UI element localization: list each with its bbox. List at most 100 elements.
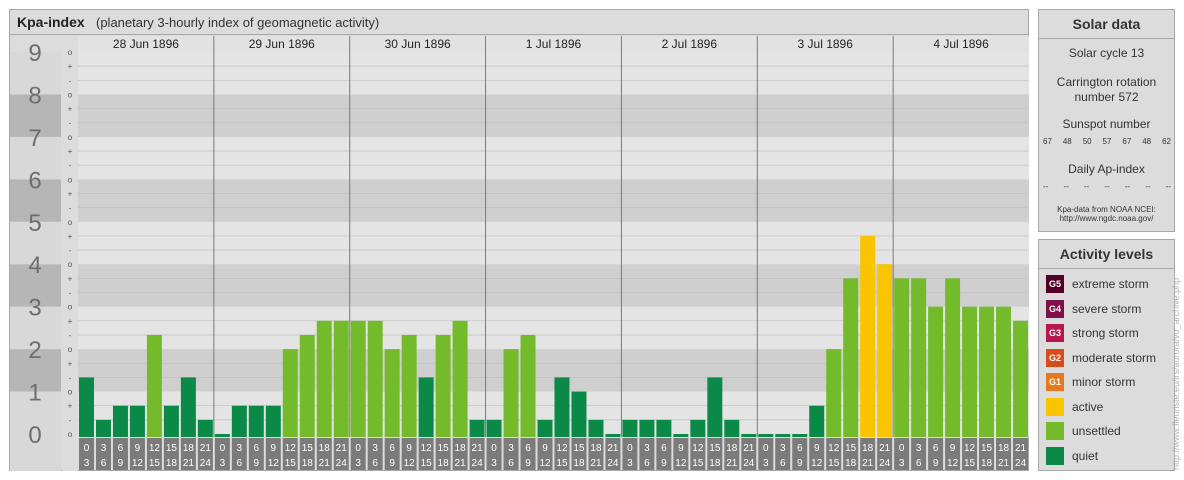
interval-end: 15 <box>964 458 976 469</box>
level-band <box>78 136 1029 180</box>
interval-start: 9 <box>271 443 277 454</box>
interval-start: 18 <box>862 443 874 454</box>
interval-end: 6 <box>101 458 107 469</box>
interval-end: 12 <box>947 458 959 469</box>
interval-start: 9 <box>406 443 412 454</box>
interval-end: 9 <box>525 458 531 469</box>
solar-data-panel: Solar data Solar cycle 13 Carrington rot… <box>1038 9 1175 232</box>
kp-bar <box>826 349 842 437</box>
sunspot-value: 48 <box>1062 137 1072 146</box>
kp-bar <box>1013 320 1028 437</box>
interval-end: 21 <box>455 458 467 469</box>
kp-bar <box>911 278 927 437</box>
kp-bar <box>962 306 978 437</box>
day-label: 28 Jun 1896 <box>113 37 179 51</box>
kp-bar <box>945 278 961 437</box>
kp-bar <box>129 405 145 437</box>
y-tick-label: 1 <box>28 380 41 407</box>
level-band <box>78 94 1029 137</box>
y-tick-label: 5 <box>28 210 41 237</box>
source-line-1: Kpa-data from NOAA NCEI: <box>1057 205 1156 214</box>
interval-end: 18 <box>166 458 178 469</box>
interval-start: 9 <box>542 443 548 454</box>
interval-start: 21 <box>1015 443 1027 454</box>
interval-start: 6 <box>254 443 260 454</box>
interval-start: 3 <box>372 443 378 454</box>
sub-mark: - <box>69 416 72 425</box>
interval-end: 18 <box>845 458 857 469</box>
sub-mark: - <box>69 161 72 170</box>
interval-start: 3 <box>237 443 243 454</box>
interval-end: 21 <box>590 458 602 469</box>
kp-bar <box>231 405 247 437</box>
interval-start: 12 <box>692 443 704 454</box>
interval-start: 3 <box>508 443 514 454</box>
kp-bar <box>588 419 604 437</box>
interval-start: 6 <box>389 443 395 454</box>
ap-values: -- -- -- -- -- -- -- <box>1043 182 1171 191</box>
interval-end: 6 <box>237 458 243 469</box>
interval-start: 15 <box>981 443 993 454</box>
kp-bar <box>520 334 536 437</box>
kpa-bar-chart: 0123456789o-+o-+o-+o-+o-+o-+o-+o-+o-+o28… <box>10 36 1029 471</box>
kp-bar <box>197 419 213 437</box>
interval-end: 3 <box>491 458 497 469</box>
interval-start: 12 <box>285 443 297 454</box>
sub-mark: o <box>68 430 73 439</box>
kp-bar <box>741 434 757 437</box>
kp-bar <box>248 405 264 437</box>
kp-bar <box>299 334 315 437</box>
activity-level-label: active <box>1072 399 1104 414</box>
activity-level-swatch: G2 <box>1046 348 1064 367</box>
activity-level-item: G5 extreme storm <box>1046 274 1149 294</box>
interval-end: 15 <box>556 458 568 469</box>
sub-mark: o <box>68 303 73 312</box>
ap-value: -- <box>1063 182 1069 191</box>
day-label: 29 Jun 1896 <box>249 37 315 51</box>
ap-title: Daily Ap-index <box>1068 162 1145 176</box>
kp-bar <box>282 349 298 437</box>
interval-end: 15 <box>692 458 704 469</box>
kp-bar <box>435 334 451 437</box>
sub-mark: o <box>68 90 73 99</box>
interval-end: 18 <box>302 458 314 469</box>
interval-end: 12 <box>539 458 551 469</box>
sub-mark: + <box>68 402 73 411</box>
sunspot-value: 62 <box>1162 137 1171 146</box>
activity-levels-title: Activity levels <box>1039 240 1174 269</box>
kp-bar <box>95 419 111 437</box>
sunspot-title: Sunspot number <box>1062 117 1151 131</box>
kp-bar <box>996 306 1012 437</box>
kp-bar <box>469 419 485 437</box>
activity-level-item: active <box>1046 397 1103 417</box>
activity-level-item: G3 strong storm <box>1046 323 1139 343</box>
level-band <box>78 179 1029 222</box>
kp-bar <box>350 320 366 437</box>
interval-end: 18 <box>981 458 993 469</box>
interval-start: 9 <box>678 443 684 454</box>
interval-start: 21 <box>607 443 619 454</box>
kp-bar <box>214 434 230 437</box>
y-tick-label: 3 <box>28 295 41 322</box>
kp-bar <box>673 434 689 437</box>
interval-end: 3 <box>763 458 769 469</box>
kp-bar <box>843 278 859 437</box>
activity-level-swatch <box>1046 446 1064 465</box>
interval-start: 6 <box>933 443 939 454</box>
kp-bar <box>180 377 196 437</box>
sub-mark: - <box>69 119 72 128</box>
interval-start: 12 <box>421 443 433 454</box>
interval-end: 21 <box>862 458 874 469</box>
interval-start: 3 <box>780 443 786 454</box>
sub-mark: o <box>68 48 73 57</box>
kp-bar <box>979 306 995 437</box>
interval-start: 12 <box>149 443 161 454</box>
interval-start: 15 <box>438 443 450 454</box>
kp-bar <box>707 377 723 437</box>
activity-level-label: moderate storm <box>1072 350 1157 365</box>
kp-bar <box>384 349 400 437</box>
kp-bar <box>809 405 825 437</box>
kp-bar <box>860 235 876 437</box>
kp-bar <box>656 419 672 437</box>
interval-start: 6 <box>118 443 124 454</box>
